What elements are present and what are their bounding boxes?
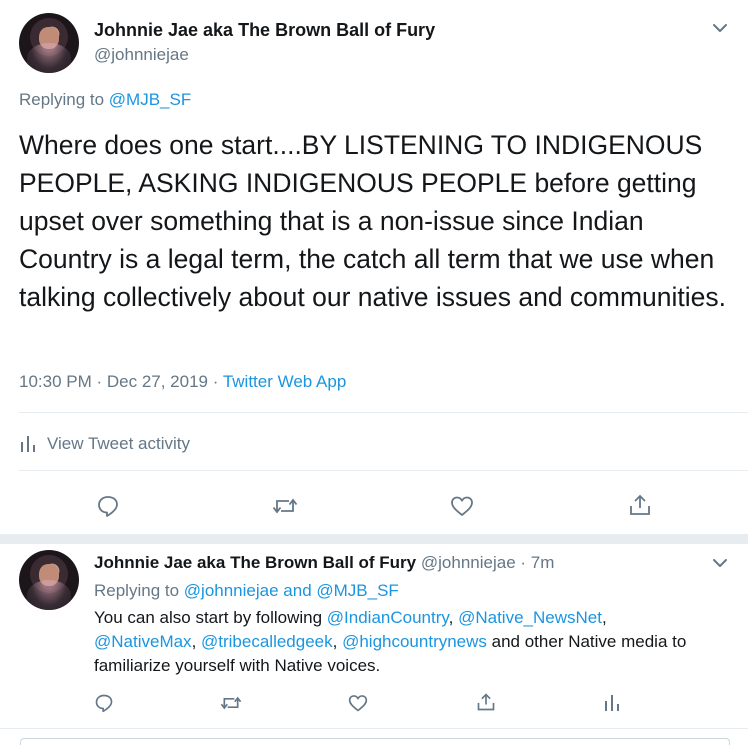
- chevron-down-icon[interactable]: [710, 18, 730, 38]
- separator: ,: [332, 632, 343, 651]
- display-name[interactable]: Johnnie Jae aka The Brown Ball of Fury: [94, 20, 435, 41]
- reply-text: You can also start by following @IndianC…: [94, 606, 734, 678]
- separator: ·: [515, 553, 531, 572]
- tweet-time[interactable]: 10:30 PM: [19, 372, 92, 391]
- divider: [19, 470, 748, 471]
- divider: [19, 412, 748, 413]
- tweet-source-link[interactable]: Twitter Web App: [223, 372, 346, 391]
- bar-chart-icon: [19, 434, 37, 454]
- separator: ,: [448, 608, 459, 627]
- share-icon[interactable]: [476, 692, 496, 712]
- reply-icon[interactable]: [94, 693, 114, 713]
- chevron-down-icon[interactable]: [710, 553, 730, 573]
- divider: [0, 728, 748, 729]
- reply-text-part: You can also start by following: [94, 608, 327, 627]
- user-handle[interactable]: @johnniejae: [421, 553, 516, 572]
- mention-link[interactable]: @johnniejae: [184, 581, 279, 600]
- like-icon[interactable]: [348, 693, 368, 713]
- tweet-text: Where does one start....BY LISTENING TO …: [19, 130, 727, 312]
- divider: [0, 534, 748, 544]
- mention-link[interactable]: @Native_NewsNet: [458, 608, 602, 627]
- separator: ·: [91, 372, 107, 391]
- replying-and: and: [278, 581, 317, 600]
- mention-link[interactable]: @MJB_SF: [109, 90, 191, 109]
- mention-link[interactable]: @IndianCountry: [327, 608, 449, 627]
- mention-link[interactable]: @MJB_SF: [316, 581, 398, 600]
- separator: ,: [601, 608, 607, 627]
- like-icon[interactable]: [450, 494, 474, 518]
- mention-link[interactable]: @tribecalledgeek: [201, 632, 333, 651]
- view-activity-label: View Tweet activity: [47, 434, 190, 453]
- share-icon[interactable]: [628, 493, 652, 517]
- avatar[interactable]: [19, 550, 79, 610]
- separator: ,: [191, 632, 202, 651]
- tweet-meta: 10:30 PM · Dec 27, 2019 · Twitter Web Ap…: [19, 372, 346, 392]
- user-handle[interactable]: @johnniejae: [94, 45, 189, 65]
- view-activity-button[interactable]: View Tweet activity: [19, 434, 190, 454]
- replying-to-label: Replying to: [94, 581, 184, 600]
- reply-icon[interactable]: [96, 494, 120, 518]
- replying-to-line: Replying to @MJB_SF: [19, 90, 191, 110]
- reply-header: Johnnie Jae aka The Brown Ball of Fury @…: [94, 553, 554, 573]
- mention-link[interactable]: @NativeMax: [94, 632, 192, 651]
- avatar[interactable]: [19, 13, 79, 73]
- replying-to-label: Replying to: [19, 90, 109, 109]
- mention-link[interactable]: @highcountrynews: [342, 632, 487, 651]
- retweet-icon[interactable]: [272, 494, 298, 518]
- tweet-date[interactable]: Dec 27, 2019: [107, 372, 208, 391]
- separator: ·: [208, 372, 223, 391]
- bar-chart-icon[interactable]: [603, 693, 621, 713]
- display-name[interactable]: Johnnie Jae aka The Brown Ball of Fury: [94, 553, 416, 572]
- tweet-age[interactable]: 7m: [531, 553, 555, 572]
- replying-to-line: Replying to @johnniejae and @MJB_SF: [94, 581, 399, 601]
- retweet-icon[interactable]: [220, 693, 242, 713]
